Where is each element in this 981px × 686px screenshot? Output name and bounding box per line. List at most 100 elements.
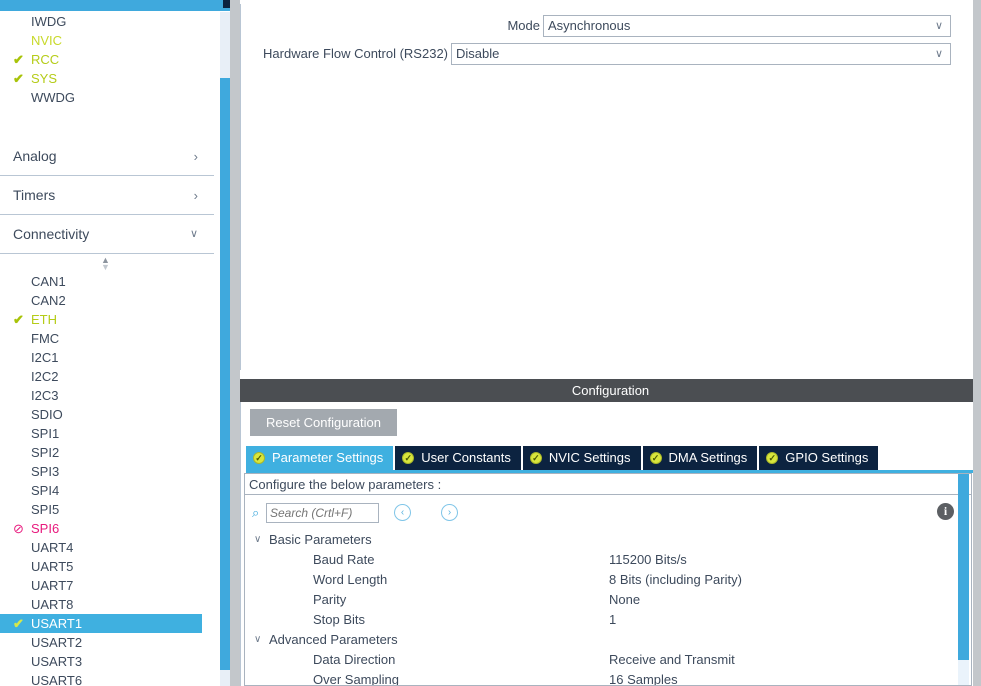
flow-control-label: Hardware Flow Control (RS232) [263, 46, 448, 61]
tab-dma-settings[interactable]: ✓ DMA Settings [642, 446, 758, 470]
search-next-button[interactable]: › [441, 504, 458, 521]
sidebar-item-spi3[interactable]: SPI3 [0, 462, 214, 481]
status-icon [13, 538, 29, 557]
sidebar-item-fmc[interactable]: FMC [0, 329, 214, 348]
status-icon [13, 12, 29, 31]
sidebar-item-usart2[interactable]: USART2 [0, 633, 214, 652]
sidebar-item-label: SPI3 [31, 464, 60, 479]
sidebar-category-analog[interactable]: Analog › [0, 137, 214, 176]
parameter-scrollbar-thumb[interactable] [958, 474, 969, 660]
sidebar-item-iwdg[interactable]: IWDG [0, 12, 214, 31]
window-right-edge [973, 0, 981, 686]
sidebar-item-label: RCC [31, 52, 60, 67]
chevron-down-icon: ∨ [254, 634, 262, 645]
parameter-row-parity[interactable]: Parity None [245, 590, 971, 610]
check-badge-icon: ✓ [529, 452, 542, 464]
parameter-name: Baud Rate [313, 552, 375, 567]
sidebar-item-usart1[interactable]: ✔ USART1 [0, 614, 202, 633]
spinner-down-icon[interactable]: ▼ [99, 263, 112, 272]
parameter-value[interactable]: 1 [609, 610, 616, 630]
sidebar-item-i2c1[interactable]: I2C1 [0, 348, 214, 367]
sidebar-item-spi6[interactable]: ⊘ SPI6 [0, 519, 214, 538]
search-prev-button[interactable]: ‹ [394, 504, 411, 521]
status-icon [13, 272, 29, 291]
parameter-pane-hint-label: Configure the below parameters : [249, 477, 442, 492]
sidebar-item-label: I2C3 [31, 388, 59, 403]
sidebar-item-uart4[interactable]: UART4 [0, 538, 214, 557]
chevron-right-icon: › [447, 507, 452, 518]
tab-parameter-settings[interactable]: ✓ Parameter Settings [246, 446, 394, 470]
sidebar-item-label: UART5 [31, 559, 74, 574]
status-icon [13, 405, 29, 424]
sidebar-item-wwdg[interactable]: WWDG [0, 88, 214, 107]
tab-gpio-settings[interactable]: ✓ GPIO Settings [759, 446, 879, 470]
sidebar-item-spi1[interactable]: SPI1 [0, 424, 214, 443]
sidebar-item-label: WWDG [31, 90, 76, 105]
parameter-list: ∨ Basic Parameters Baud Rate 115200 Bits… [245, 530, 971, 685]
parameter-group-basic[interactable]: ∨ Basic Parameters [245, 530, 971, 550]
flow-control-field-row: Hardware Flow Control (RS232) Disable ∨ [263, 43, 951, 65]
configuration-header: Configuration [240, 379, 981, 402]
check-icon: ✔ [13, 616, 24, 631]
parameter-row-over-sampling[interactable]: Over Sampling 16 Samples [245, 670, 971, 685]
parameter-value[interactable]: Receive and Transmit [609, 650, 735, 670]
sidebar-item-spi2[interactable]: SPI2 [0, 443, 214, 462]
sidebar-item-spi5[interactable]: SPI5 [0, 500, 214, 519]
mode-label: Mode [507, 18, 540, 33]
sidebar-item-label: CAN1 [31, 274, 66, 289]
reset-configuration-button[interactable]: Reset Configuration [250, 409, 397, 436]
chevron-down-icon: ∨ [934, 20, 943, 32]
tab-nvic-settings[interactable]: ✓ NVIC Settings [522, 446, 641, 470]
tab-user-constants[interactable]: ✓ User Constants [395, 446, 521, 470]
parameter-row-data-direction[interactable]: Data Direction Receive and Transmit [245, 650, 971, 670]
search-input[interactable] [266, 503, 379, 523]
parameter-pane-hint: Configure the below parameters : [245, 474, 971, 495]
parameter-value[interactable]: 16 Samples [609, 670, 678, 685]
chevron-right-icon: › [193, 149, 198, 164]
status-icon [13, 291, 29, 310]
sidebar-category-connectivity[interactable]: Connectivity ∨ [0, 215, 214, 254]
tab-strip-left[interactable] [0, 0, 223, 8]
sidebar-item-usart6[interactable]: USART6 [0, 671, 214, 686]
sidebar-item-label: SPI5 [31, 502, 60, 517]
sidebar-item-label: I2C2 [31, 369, 59, 384]
mode-dropdown[interactable]: Asynchronous ∨ [543, 15, 951, 37]
parameter-name: Word Length [313, 572, 388, 587]
sidebar-item-eth[interactable]: ✔ ETH [0, 310, 214, 329]
check-badge-icon: ✓ [649, 452, 662, 464]
main-panel: Mode Asynchronous ∨ Hardware Flow Contro… [240, 0, 981, 686]
parameter-value[interactable]: None [609, 590, 640, 610]
parameter-value[interactable]: 8 Bits (including Parity) [609, 570, 742, 590]
panel-gutter [230, 0, 240, 686]
sidebar-item-i2c3[interactable]: I2C3 [0, 386, 214, 405]
status-icon [13, 31, 29, 50]
sidebar-item-label: SYS [31, 71, 58, 86]
status-icon [13, 424, 29, 443]
parameter-row-word-length[interactable]: Word Length 8 Bits (including Parity) [245, 570, 971, 590]
sidebar-scroll-spinner[interactable]: ▲ ▼ [0, 254, 214, 272]
sidebar-item-sys[interactable]: ✔ SYS [0, 69, 214, 88]
sidebar-item-i2c2[interactable]: I2C2 [0, 367, 214, 386]
sidebar-scrollbar-thumb[interactable] [220, 78, 230, 670]
sidebar-item-uart5[interactable]: UART5 [0, 557, 214, 576]
parameter-value[interactable]: 115200 Bits/s [609, 550, 687, 570]
sidebar-item-can2[interactable]: CAN2 [0, 291, 214, 310]
parameter-row-stop-bits[interactable]: Stop Bits 1 [245, 610, 971, 630]
sidebar-item-usart3[interactable]: USART3 [0, 652, 214, 671]
parameter-row-baud-rate[interactable]: Baud Rate 115200 Bits/s [245, 550, 971, 570]
sidebar-item-rcc[interactable]: ✔ RCC [0, 50, 214, 69]
parameter-name: Parity [313, 592, 347, 607]
sidebar-item-uart8[interactable]: UART8 [0, 595, 214, 614]
info-icon[interactable]: i [937, 503, 954, 520]
sidebar-item-spi4[interactable]: SPI4 [0, 481, 214, 500]
flow-control-dropdown[interactable]: Disable ∨ [451, 43, 951, 65]
peripheral-sidebar[interactable]: IWDG NVIC ✔ RCC ✔ SYS WWDG Analog › Time… [0, 12, 214, 686]
sidebar-item-label: USART3 [31, 654, 83, 669]
parameter-group-advanced[interactable]: ∨ Advanced Parameters [245, 630, 971, 650]
sidebar-category-timers[interactable]: Timers › [0, 176, 214, 215]
sidebar-item-sdio[interactable]: SDIO [0, 405, 214, 424]
sidebar-item-nvic[interactable]: NVIC [0, 31, 214, 50]
sidebar-item-can1[interactable]: CAN1 [0, 272, 214, 291]
sidebar-item-uart7[interactable]: UART7 [0, 576, 214, 595]
tab-label: GPIO Settings [785, 450, 869, 465]
